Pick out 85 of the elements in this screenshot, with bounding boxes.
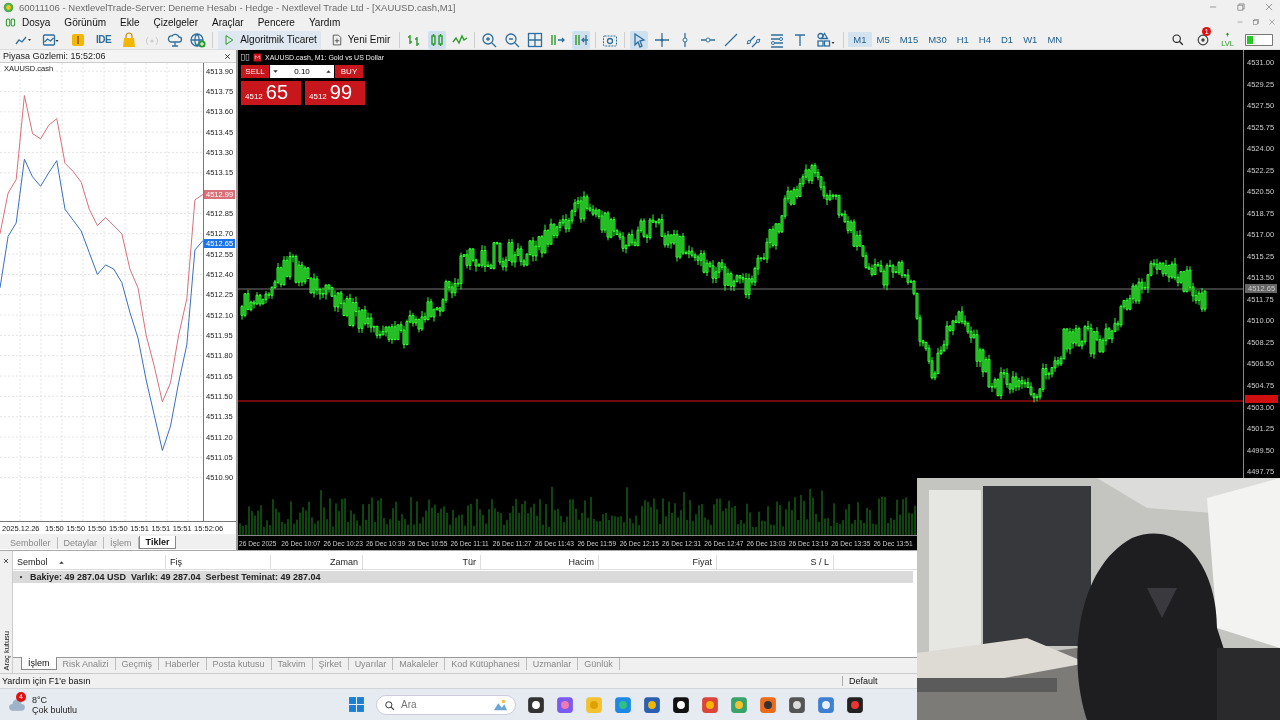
price-marker [1245,395,1278,403]
app-logo-icon [3,1,14,13]
timeframe-tab[interactable]: MN [1042,32,1068,47]
search-icon[interactable] [1170,32,1186,47]
restore-icon[interactable] [1252,18,1260,26]
summary-row[interactable]: Bakiye: 49 287.04 USD Varlık: 49 287.04 Serbest Teminat: 49 287.04 [13,571,913,583]
sell-price-button[interactable]: 4512 65 [241,81,301,105]
zoom-out-icon[interactable] [503,30,522,49]
close-icon[interactable] [2,557,10,565]
column-header[interactable]: Zaman [330,557,358,567]
zoom-in-icon[interactable] [480,30,499,49]
toolbox-tab[interactable]: Haberler [159,658,207,670]
app-logo-icon [253,53,262,62]
status-text: Yardım için F1'e basın [1,676,92,686]
toolbox-tab[interactable]: Uyarılar [348,658,394,670]
timeframe-tab[interactable]: M1 [848,32,872,47]
menu-item[interactable]: Ekle [120,16,140,28]
globe-icon[interactable] [189,30,208,49]
buy-price-button[interactable]: 4512 99 [305,81,365,105]
buy-button[interactable]: BUY [335,65,363,78]
menu-item[interactable]: Dosya [22,16,51,28]
toolbox-tab[interactable]: İşlem [21,657,57,670]
weather-text: Çok bulutlu [32,704,78,715]
landscape-icon [492,697,508,712]
timeframe-tab[interactable]: H1 [951,32,974,47]
column-header[interactable]: Hacim [568,557,594,567]
chart-window-icon [241,53,250,62]
algo-trading-button[interactable]: Algoritmik Ticaret [218,30,321,49]
temperature: 8°C [32,694,49,705]
new-order-button[interactable]: Yeni Emir [325,30,395,49]
menu-item[interactable]: Araçlar [211,16,244,28]
app-icon[interactable] [527,695,545,714]
timeframe-tab[interactable]: M15 [894,32,924,47]
search-icon [384,699,395,711]
column-header[interactable]: Sembol [17,557,48,567]
toolbox-tab[interactable]: Makaleler [393,658,446,670]
toolbox-tab[interactable]: Posta kutusu [206,658,272,670]
column-header[interactable]: S / L [810,557,829,567]
close-icon[interactable] [223,51,232,61]
toolbox-tab[interactable]: Kod Kütüphanesi [445,658,527,670]
timeframe-tab[interactable]: H4 [973,32,996,47]
battery-icon [1244,32,1274,47]
column-header[interactable]: Fiş [170,557,182,567]
toolbox-tab[interactable]: Uzmanlar [526,658,579,670]
grid-icon[interactable] [526,30,545,49]
crosshair-icon[interactable] [653,30,672,49]
column-header[interactable]: Tür [462,557,476,567]
toolbox-tab[interactable]: Şirket [312,658,349,670]
timeframe-tab[interactable]: M5 [871,32,895,47]
dropdown-arrow-icon[interactable] [272,68,279,75]
timeframe-tab[interactable]: D1 [996,32,1019,47]
ide-button[interactable]: IDE [92,30,116,49]
panel-tab[interactable]: Detaylar [57,537,105,549]
bullet-icon [18,574,24,580]
toolbox-tab[interactable]: Risk Analizi [56,658,116,670]
lot-field[interactable]: 0.10 [270,65,334,78]
panel-tab[interactable]: İşlem [104,537,139,549]
app-icon[interactable] [759,695,777,714]
up-arrow-icon[interactable] [325,68,332,75]
menu-item[interactable]: Yardım [308,16,341,28]
app-icon[interactable] [672,695,690,714]
panel-tab[interactable]: Semboller [4,537,58,549]
timeframe-tab[interactable]: M30 [923,32,952,47]
candlestick-icon[interactable] [428,30,447,49]
app-icon[interactable] [846,695,864,714]
sell-button[interactable]: SELL [241,65,269,78]
window-title: 60011106 - NextlevelTrade-Server: Deneme Hesabı - Hedge - Nextlevel Trade Ltd - [XAUUSD.cash,M1] [19,1,457,13]
panel-title: Piyasa Gözlemi: 15:52:06 [3,51,106,61]
menu-item[interactable]: Pencere [257,16,295,28]
panel-tab[interactable]: Tikler [138,536,177,549]
menu-item[interactable]: Görünüm [64,16,107,28]
menu-item[interactable]: Çizelgeler [153,16,198,28]
search-field[interactable]: Ara [376,694,516,715]
toolbox-tab[interactable]: Geçmiş [115,658,160,670]
timeframe-tab[interactable]: W1 [1018,32,1043,47]
chart-window-icon [5,16,16,28]
windows-icon[interactable] [348,696,365,713]
app-icon[interactable] [788,695,806,714]
sort-arrow-icon [57,558,65,566]
toolbox-tab[interactable]: Takvim [271,658,313,670]
toolbox-tab[interactable]: Günlük [578,658,620,670]
column-header[interactable]: Fiyat [692,557,712,567]
cursor-icon[interactable] [630,30,649,49]
chart-shift-icon[interactable] [572,30,591,49]
restore-icon[interactable] [1236,2,1246,12]
